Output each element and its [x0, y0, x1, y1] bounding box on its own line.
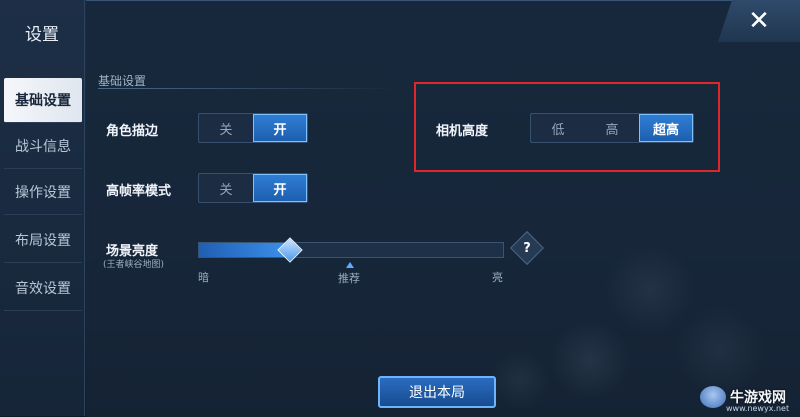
watermark-url: www.newyx.net — [726, 404, 790, 413]
outline-label: 角色描边 — [106, 124, 159, 139]
close-button[interactable]: ✕ — [718, 0, 800, 42]
high-fps-off-option[interactable]: 关 — [199, 174, 253, 202]
camera-height-high-option[interactable]: 高 — [585, 114, 639, 142]
camera-height-low-option[interactable]: 低 — [531, 114, 585, 142]
sidebar-item-battle-info[interactable]: 战斗信息 — [4, 124, 82, 169]
high-fps-toggle: 关 开 — [198, 173, 308, 203]
help-question-mark[interactable]: ? — [515, 236, 539, 260]
brightness-slider[interactable] — [198, 242, 504, 258]
camera-height-label: 相机高度 — [436, 124, 489, 139]
brightness-sublabel: (王者峡谷地图) — [103, 260, 165, 270]
section-divider — [98, 88, 398, 89]
section-title: 基础设置 — [98, 74, 147, 88]
sidebar-item-sound[interactable]: 音效设置 — [4, 266, 82, 311]
settings-sidebar: 设置 基础设置 战斗信息 操作设置 布局设置 音效设置 — [0, 0, 85, 416]
sidebar-item-layout[interactable]: 布局设置 — [4, 218, 82, 263]
sidebar-item-basic[interactable]: 基础设置 — [4, 78, 82, 123]
settings-title: 设置 — [25, 25, 59, 45]
settings-panel — [86, 0, 800, 417]
brightness-max-label: 亮 — [492, 271, 503, 284]
high-fps-label: 高帧率模式 — [106, 184, 172, 199]
outline-on-option[interactable]: 开 — [253, 114, 307, 142]
camera-height-selector: 低 高 超高 — [530, 113, 694, 143]
camera-height-ultra-option[interactable]: 超高 — [639, 114, 693, 142]
outline-off-option[interactable]: 关 — [199, 114, 253, 142]
outline-toggle: 关 开 — [198, 113, 308, 143]
exit-match-button[interactable]: 退出本局 — [378, 376, 496, 408]
recommend-marker-icon — [346, 262, 354, 268]
brightness-recommend-label: 推荐 — [338, 272, 360, 285]
sidebar-item-controls[interactable]: 操作设置 — [4, 170, 82, 215]
high-fps-on-option[interactable]: 开 — [253, 174, 307, 202]
brightness-min-label: 暗 — [198, 271, 209, 284]
watermark-logo-icon — [700, 386, 726, 408]
